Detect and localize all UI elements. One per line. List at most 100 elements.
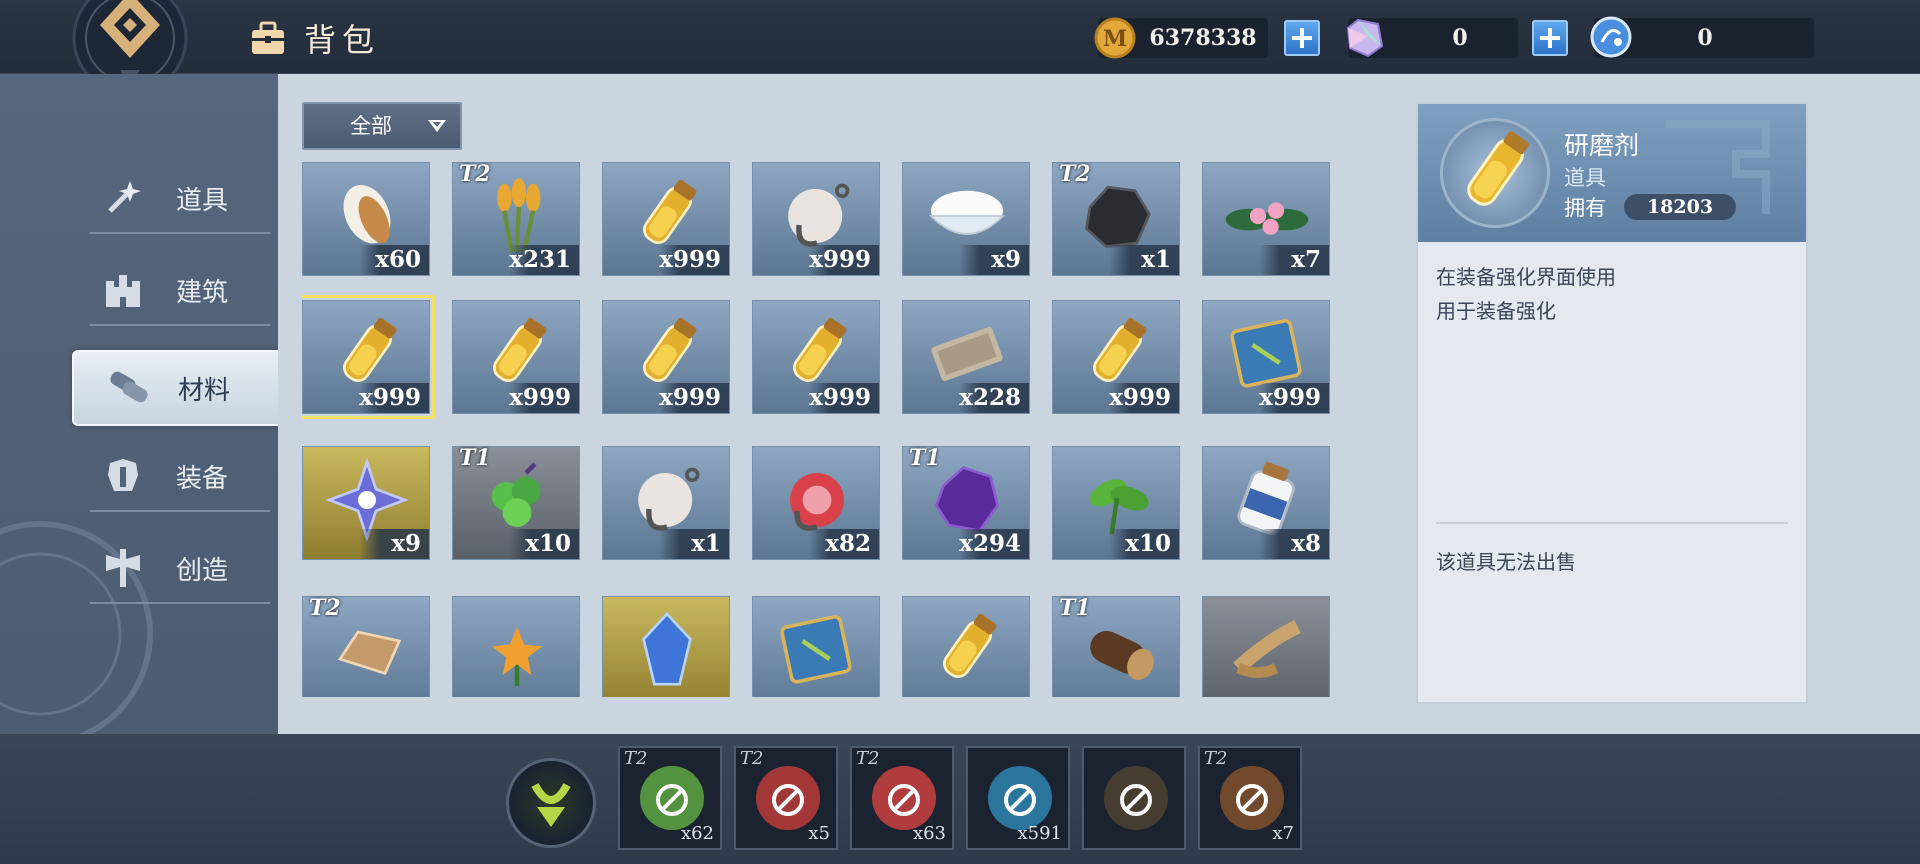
inventory-slot[interactable]: x999 [1202,300,1330,414]
disabled-icon [888,784,920,816]
detail-own-label: 拥有 [1564,196,1606,220]
inventory-slot[interactable]: x7 [1202,162,1330,276]
svg-text:M: M [1103,26,1127,52]
tier-badge: T2 [459,162,491,187]
gold-coin-icon: M [1094,17,1136,59]
inventory-slot[interactable]: T2 [302,595,430,697]
arrow-down-icon [531,782,571,827]
sidebar-item-create[interactable]: 创造 [90,534,270,604]
sidebar-item-label: 道具 [176,185,229,216]
inventory-slot[interactable]: x999 [602,162,730,276]
sidebar-item-items[interactable]: 道具 [90,164,270,234]
sidebar-item-label: 材料 [178,375,231,406]
sparkle-wand-icon [108,181,141,213]
item-count: x228 [959,383,1029,413]
crystal-icon [1346,18,1384,58]
tier-badge: T2 [309,595,341,621]
inventory-slot[interactable] [602,596,730,697]
lily-icon [491,626,543,686]
inventory-slot[interactable]: x999 [602,300,730,414]
inventory-slot[interactable]: x82 [752,446,880,560]
inventory-slot[interactable]: x8 [1202,446,1330,560]
disabled-icon [1004,784,1036,816]
sidebar-item-label: 创造 [176,555,229,586]
inventory-slot[interactable]: x228 [902,300,1030,414]
item-count: x9 [359,529,429,559]
potion-vial-icon [943,613,997,678]
inventory-slot[interactable]: T1 x10 [452,445,580,560]
add-gold-button[interactable] [1284,20,1320,56]
inventory-slot[interactable]: T1 [1052,595,1180,697]
gold-amount: 6378338 [1149,25,1257,51]
inventory-slot[interactable] [902,596,1030,697]
armor-icon [108,459,138,491]
quickbar-slot[interactable] [1082,746,1186,850]
page-title-text: 背包 [304,21,381,59]
tier-badge: T2 [740,748,764,769]
disabled-icon [1120,784,1152,816]
detail-item-type: 道具 [1564,166,1606,190]
item-count: x8 [1259,529,1329,559]
disabled-icon [1236,784,1268,816]
inventory-slot[interactable]: x999 [752,300,880,414]
materials-icon [110,371,148,403]
add-crystal-button[interactable] [1532,20,1568,56]
inventory-slot[interactable]: x999 [452,300,580,414]
inventory-slot[interactable]: T2 x1 [1052,162,1180,276]
item-count: x7 [1259,245,1329,275]
crystal-amount: 0 [1452,25,1468,51]
inventory-slot[interactable]: T2 x231 [452,162,580,276]
sidebar-item-buildings[interactable]: 建筑 [90,256,270,326]
quickbar-slot[interactable]: T2 x63 [850,746,954,850]
tier-badge: T2 [856,748,880,769]
blue-orb-icon [1590,16,1632,58]
inventory-slot[interactable]: x1 [602,446,730,560]
anvil-icon [106,549,140,587]
item-count: x999 [1109,383,1179,413]
item-count: x1 [1109,245,1179,275]
tier-badge: T2 [624,748,648,769]
inventory-slot[interactable]: x60 [302,162,430,276]
blue-book-icon [780,615,852,684]
inventory-slot[interactable]: x10 [1052,446,1180,560]
sidebar-item-equipment[interactable]: 装备 [90,442,270,512]
inventory-slot[interactable]: x999 [302,295,435,419]
quickbar-slot[interactable]: T2 x7 [1198,746,1302,850]
item-count: x999 [509,383,579,413]
disabled-icon [656,784,688,816]
item-count: x999 [809,383,879,413]
inventory-slot[interactable] [1202,596,1330,697]
inventory-slot[interactable] [452,596,580,697]
detail-item-name: 研磨剂 [1564,131,1640,160]
detail-own-count: 18203 [1624,194,1736,220]
inventory-slot[interactable]: T1 x294 [902,445,1030,560]
inventory-slot[interactable]: x999 [1052,300,1180,414]
tier-badge: T1 [459,445,491,471]
item-count: x9 [959,245,1029,275]
bag-icon [252,21,284,54]
divider [1436,522,1788,524]
quickbar-slot[interactable]: T2 x62 [618,746,722,850]
inventory-slot[interactable]: x9 [902,162,1030,276]
filter-dropdown[interactable]: 全部 [302,102,462,150]
item-count: x7 [1272,823,1294,844]
tier-badge: T2 [1059,162,1091,187]
item-count: x999 [1259,383,1329,413]
inventory-slot[interactable] [752,596,880,697]
collapse-quickbar-button[interactable] [506,758,596,848]
quick-bar [0,734,1920,864]
tier-badge: T1 [1059,595,1091,621]
item-count: x60 [359,245,429,275]
item-count: x82 [809,529,879,559]
quickbar-slot[interactable]: T2 x5 [734,746,838,850]
item-count: x999 [359,383,429,413]
inventory-slot[interactable]: x999 [752,162,880,276]
sidebar-item-materials[interactable]: 材料 [72,350,290,426]
item-count: x1 [659,529,729,559]
item-count: x999 [659,383,729,413]
disabled-icon [772,784,804,816]
inventory-slot[interactable]: x9 [302,446,430,560]
chevron-down-icon [428,120,446,132]
quickbar-slot[interactable]: x591 [966,746,1070,850]
sidebar-item-label: 装备 [176,463,229,494]
